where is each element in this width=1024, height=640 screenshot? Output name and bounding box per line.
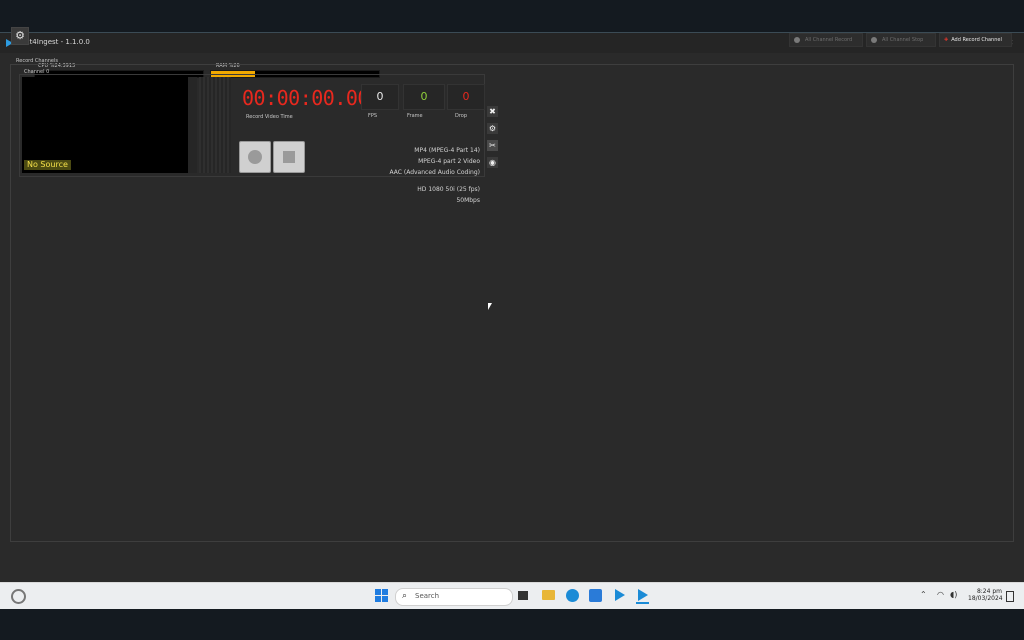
settings-button[interactable]: ⚙ — [11, 27, 29, 45]
channel-settings-button[interactable]: ⚙ — [487, 123, 498, 134]
stop-dot-icon — [871, 36, 877, 43]
volume-icon[interactable]: ◖) — [950, 590, 957, 599]
frame-value: 0 — [403, 84, 445, 110]
record-icon — [248, 150, 262, 164]
show-hidden-icons[interactable]: ⌃ — [920, 590, 927, 599]
add-icon: ✚ — [944, 37, 949, 43]
camera-settings-icon: ⚙ — [488, 124, 497, 133]
file-explorer-icon[interactable] — [542, 590, 555, 600]
record-time-display: 00:00:00.00 — [242, 86, 369, 110]
stop-button[interactable] — [273, 141, 305, 173]
fps-label: FPS — [368, 113, 378, 119]
eye-icon: ◉ — [489, 158, 496, 167]
search-placeholder: Search — [415, 592, 440, 600]
bitrate: 50Mbps — [456, 197, 480, 204]
record-time-label: Record Video Time — [246, 114, 293, 120]
search-icon: ⌕ — [402, 591, 408, 601]
no-source-badge: No Source — [24, 160, 71, 170]
battery-icon[interactable] — [1006, 591, 1014, 602]
mouse-cursor — [488, 303, 492, 310]
edge-icon[interactable] — [566, 589, 579, 602]
search-input[interactable]: ⌕ Search — [395, 588, 513, 606]
next4ingest-taskbar-icon[interactable] — [636, 589, 649, 604]
stop-icon — [283, 151, 295, 163]
record-dot-icon — [794, 36, 800, 43]
clock[interactable]: 8:24 pm 18/03/2024 — [968, 588, 1003, 602]
all-channel-record-button[interactable]: All Channel Record — [789, 33, 863, 47]
drop-value: 0 — [447, 84, 485, 110]
fps-value: 0 — [361, 84, 399, 110]
video-preview[interactable] — [22, 77, 188, 173]
gear-icon: ⚙ — [15, 29, 25, 42]
drop-label: Drop — [455, 113, 468, 119]
store-icon[interactable] — [589, 589, 602, 602]
cut-icon: ✂ — [489, 141, 496, 150]
video-codec: MPEG-4 part 2 Video — [418, 158, 480, 165]
taskbar: ⌕ Search ⌃ ◠ ◖) 8:24 pm 18/03/2024 — [0, 582, 1024, 609]
widgets-icon[interactable] — [11, 589, 26, 604]
windows-start-icon[interactable] — [375, 589, 388, 602]
container-format: MP4 (MPEG-4 Part 14) — [414, 147, 480, 154]
frame-label: Frame — [407, 113, 423, 119]
preview-toggle-button[interactable]: ◉ — [487, 157, 498, 168]
clock-date: 18/03/2024 — [968, 595, 1003, 602]
screen-border — [0, 609, 1024, 640]
task-view-icon[interactable] — [518, 591, 528, 600]
close-icon: ✖ — [489, 107, 496, 116]
all-channel-stop-label: All Channel Stop — [882, 37, 924, 43]
close-channel-button[interactable]: ✖ — [487, 106, 498, 117]
audio-level-meters — [199, 77, 231, 173]
audio-level-scale — [188, 77, 197, 173]
record-button[interactable] — [239, 141, 271, 173]
wifi-icon[interactable]: ◠ — [937, 590, 944, 599]
add-record-channel-label: Add Record Channel — [951, 37, 1002, 43]
all-channel-stop-button[interactable]: All Channel Stop — [866, 33, 936, 47]
all-channel-record-label: All Channel Record — [805, 37, 853, 43]
clock-time: 8:24 pm — [976, 588, 1002, 595]
audio-codec: AAC (Advanced Audio Coding) — [389, 169, 480, 176]
video-resolution: HD 1080 50i (25 fps) — [417, 186, 480, 193]
cut-button[interactable]: ✂ — [487, 140, 498, 151]
app-icon[interactable] — [613, 589, 626, 602]
add-record-channel-button[interactable]: ✚ Add Record Channel — [939, 33, 1012, 47]
